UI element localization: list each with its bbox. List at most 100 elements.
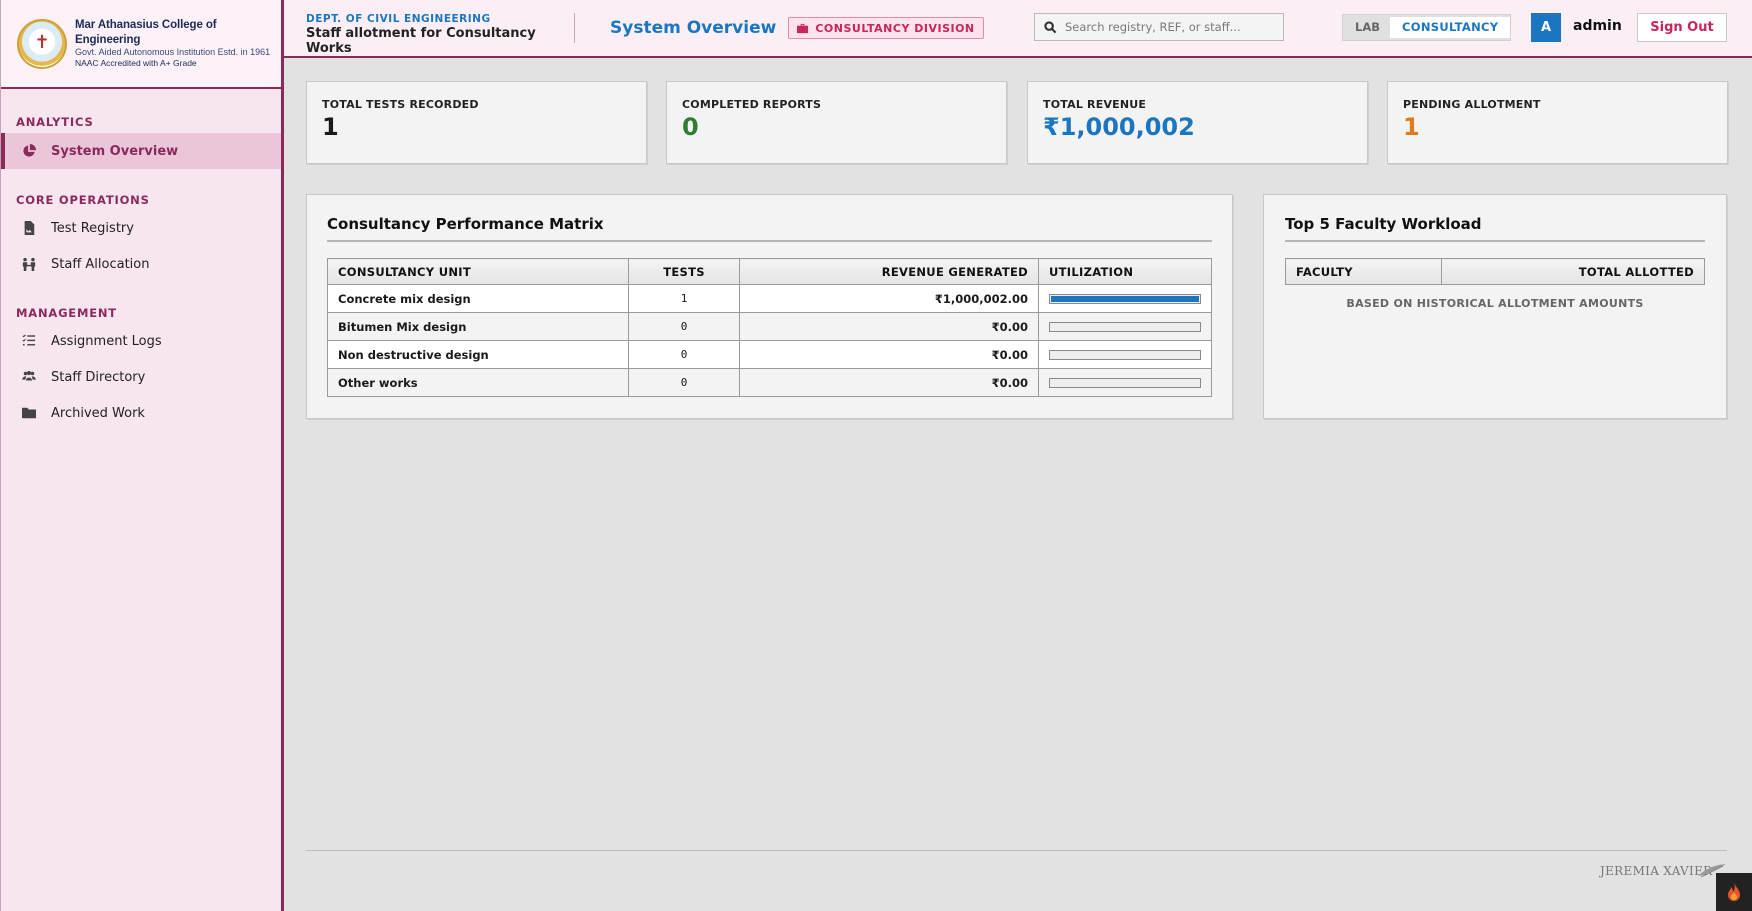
division-badge-label: CONSULTANCY DIVISION [815, 21, 975, 35]
unit-cell: Bitumen Mix design [327, 312, 629, 341]
table-row: Concrete mix design 1 ₹1,000,002.00 [327, 284, 1212, 313]
avatar[interactable]: A [1531, 13, 1561, 42]
utilization-bar [1049, 321, 1201, 332]
folder-icon [21, 405, 37, 421]
unit-cell: Concrete mix design [327, 284, 629, 313]
revenue-cell: ₹0.00 [739, 312, 1039, 341]
developer-signature: JEREMIA XAVIER [1600, 864, 1713, 878]
stat-value: 0 [682, 113, 699, 141]
nav-section-management: MANAGEMENT [16, 306, 117, 320]
workload-panel: Top 5 Faculty Workload FACULTY TOTAL ALL… [1263, 194, 1727, 419]
people-icon [21, 256, 37, 272]
workload-note: BASED ON HISTORICAL ALLOTMENT AMOUNTS [1346, 297, 1644, 310]
workload-table: FACULTY TOTAL ALLOTTED [1285, 258, 1705, 285]
search-box [1034, 13, 1284, 41]
sidebar-item-label: Archived Work [51, 405, 145, 421]
tests-cell: 0 [628, 340, 740, 369]
dept-name: DEPT. OF CIVIL ENGINEERING [306, 13, 491, 25]
revenue-cell: ₹0.00 [739, 340, 1039, 369]
page-title: System Overview [610, 18, 777, 38]
utilization-cell [1038, 368, 1212, 397]
revenue-cell: ₹1,000,002.00 [739, 284, 1039, 313]
unit-cell: Other works [327, 368, 629, 397]
nav-section-analytics: ANALYTICS [16, 115, 94, 129]
app-title: Staff allotment for Consultancy Works [306, 25, 536, 57]
nav-section-core-operations: CORE OPERATIONS [16, 193, 150, 207]
stat-label: PENDING ALLOTMENT [1403, 98, 1541, 111]
utilization-bar [1049, 293, 1201, 304]
utilization-bar [1049, 377, 1201, 388]
column-header: TOTAL ALLOTTED [1441, 258, 1705, 285]
flame-icon [1728, 882, 1740, 901]
sidebar-item-system-overview[interactable]: System Overview [1, 133, 281, 169]
sidebar-item-label: Assignment Logs [51, 333, 162, 349]
performance-panel: Consultancy Performance Matrix CONSULTAN… [306, 194, 1233, 419]
utilization-cell [1038, 340, 1212, 369]
tests-cell: 0 [628, 312, 740, 341]
pie-chart-icon [21, 143, 37, 159]
performance-title: Consultancy Performance Matrix [327, 215, 1212, 242]
list-icon [21, 333, 37, 349]
college-logo [17, 18, 67, 69]
sidebar-item-staff-allocation[interactable]: Staff Allocation [1, 246, 281, 282]
footer-divider [306, 850, 1727, 851]
college-accreditation: NAAC Accredited with A+ Grade [75, 58, 197, 69]
brand-header: Mar Athanasius College of Engineering Go… [1, 0, 281, 89]
table-header-row: CONSULTANCY UNIT TESTS REVENUE GENERATED… [327, 258, 1212, 285]
sidebar-item-label: System Overview [51, 143, 179, 159]
table-header-row: FACULTY TOTAL ALLOTTED [1285, 258, 1705, 285]
search-icon [1044, 20, 1057, 33]
utilization-fill [1051, 295, 1199, 302]
column-header: REVENUE GENERATED [739, 258, 1039, 285]
fire-button[interactable] [1716, 873, 1752, 911]
briefcase-icon [797, 23, 809, 33]
college-subtitle: Govt. Aided Autonomous Institution Estd.… [75, 46, 271, 57]
utilization-cell [1038, 284, 1212, 313]
unit-cell: Non destructive design [327, 340, 629, 369]
stat-card-completed-reports: COMPLETED REPORTS 0 [666, 81, 1007, 164]
column-header: UTILIZATION [1038, 258, 1212, 285]
college-name: Mar Athanasius College of Engineering [75, 19, 217, 46]
top-header: DEPT. OF CIVIL ENGINEERING Staff allotme… [284, 0, 1752, 58]
stat-value: 1 [1403, 113, 1420, 141]
mode-toggle: LAB CONSULTANCY [1342, 14, 1511, 41]
table-row: Non destructive design 0 ₹0.00 [327, 340, 1212, 369]
search-input[interactable] [1065, 20, 1275, 34]
tests-cell: 1 [628, 284, 740, 313]
revenue-cell: ₹0.00 [739, 368, 1039, 397]
stat-value: ₹1,000,002 [1043, 113, 1195, 141]
sidebar-item-staff-directory[interactable]: Staff Directory [1, 359, 281, 395]
workload-title: Top 5 Faculty Workload [1285, 215, 1705, 242]
column-header: TESTS [628, 258, 740, 285]
sidebar-item-test-registry[interactable]: Test Registry [1, 210, 281, 246]
stat-label: TOTAL TESTS RECORDED [322, 98, 479, 111]
sidebar-item-archived-work[interactable]: Archived Work [1, 395, 281, 431]
sidebar: Mar Athanasius College of Engineering Go… [0, 0, 284, 911]
performance-table: CONSULTANCY UNIT TESTS REVENUE GENERATED… [327, 258, 1212, 397]
column-header: FACULTY [1285, 258, 1442, 285]
sidebar-item-assignment-logs[interactable]: Assignment Logs [1, 323, 281, 359]
stat-card-pending-allotment: PENDING ALLOTMENT 1 [1387, 81, 1728, 164]
sidebar-item-label: Staff Allocation [51, 256, 150, 272]
stat-card-total-revenue: TOTAL REVENUE ₹1,000,002 [1027, 81, 1368, 164]
mode-lab-button[interactable]: LAB [1345, 17, 1390, 38]
utilization-bar [1049, 349, 1201, 360]
utilization-cell [1038, 312, 1212, 341]
sidebar-item-label: Test Registry [51, 220, 134, 236]
username: admin [1573, 18, 1622, 34]
stat-value: 1 [322, 113, 339, 141]
users-icon [21, 369, 37, 385]
stat-label: COMPLETED REPORTS [682, 98, 822, 111]
dept-block: DEPT. OF CIVIL ENGINEERING Staff allotme… [284, 13, 575, 56]
column-header: CONSULTANCY UNIT [327, 258, 629, 285]
table-row: Other works 0 ₹0.00 [327, 368, 1212, 397]
stat-card-total-tests: TOTAL TESTS RECORDED 1 [306, 81, 647, 164]
sign-out-button[interactable]: Sign Out [1637, 13, 1727, 42]
stat-label: TOTAL REVENUE [1043, 98, 1147, 111]
tests-cell: 0 [628, 368, 740, 397]
table-row: Bitumen Mix design 0 ₹0.00 [327, 312, 1212, 341]
mode-consultancy-button[interactable]: CONSULTANCY [1390, 17, 1511, 38]
file-icon [21, 220, 37, 236]
division-badge: CONSULTANCY DIVISION [788, 17, 984, 39]
sidebar-item-label: Staff Directory [51, 369, 146, 385]
